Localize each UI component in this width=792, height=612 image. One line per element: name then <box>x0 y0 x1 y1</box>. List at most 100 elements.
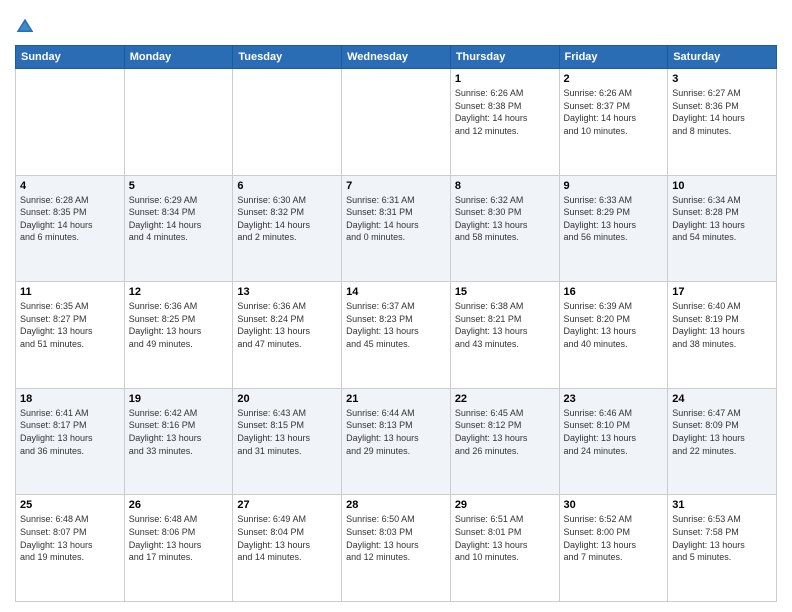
calendar-cell: 14Sunrise: 6:37 AM Sunset: 8:23 PM Dayli… <box>342 282 451 389</box>
day-number: 17 <box>672 286 772 298</box>
header <box>15 15 777 37</box>
calendar-week-3: 11 Sunrise: 6:35 AM Sunset: 8:27 PM Dayli… <box>16 282 777 389</box>
day-number: 5 <box>129 180 229 192</box>
day-info: Sunrise: 6:32 AM Sunset: 8:30 PM Dayligh… <box>455 194 555 244</box>
calendar-cell: 9 Sunrise: 6:33 AM Sunset: 8:29 PM Daylig… <box>559 175 668 282</box>
calendar-cell: 20 Sunrise: 6:43 AM Sunset: 8:15 PM Dayli… <box>233 388 342 495</box>
weekday-header-tuesday: Tuesday <box>233 46 342 69</box>
day-info: Sunrise: 6:28 AM Sunset: 8:35 PM Dayligh… <box>20 194 120 244</box>
calendar-week-1: 1Sunrise: 6:26 AM Sunset: 8:38 PM Daylig… <box>16 69 777 176</box>
day-number: 2 <box>564 73 664 85</box>
calendar-cell: 5Sunrise: 6:29 AM Sunset: 8:34 PM Daylig… <box>124 175 233 282</box>
day-info: Sunrise: 6:48 AM Sunset: 8:06 PM Dayligh… <box>129 513 229 563</box>
day-info: Sunrise: 6:27 AM Sunset: 8:36 PM Dayligh… <box>672 87 772 137</box>
calendar-cell: 15 Sunrise: 6:38 AM Sunset: 8:21 PM Dayli… <box>450 282 559 389</box>
day-number: 28 <box>346 499 446 511</box>
calendar-week-4: 18 Sunrise: 6:41 AM Sunset: 8:17 PM Dayli… <box>16 388 777 495</box>
day-number: 4 <box>20 180 120 192</box>
calendar-cell: 27Sunrise: 6:49 AM Sunset: 8:04 PM Dayli… <box>233 495 342 602</box>
calendar-cell: 17 Sunrise: 6:40 AM Sunset: 8:19 PM Dayli… <box>668 282 777 389</box>
calendar-cell: 11 Sunrise: 6:35 AM Sunset: 8:27 PM Dayli… <box>16 282 125 389</box>
day-info: Sunrise: 6:38 AM Sunset: 8:21 PM Dayligh… <box>455 300 555 350</box>
day-info: Sunrise: 6:34 AM Sunset: 8:28 PM Dayligh… <box>672 194 772 244</box>
weekday-header-monday: Monday <box>124 46 233 69</box>
calendar-cell: 22 Sunrise: 6:45 AM Sunset: 8:12 PM Dayli… <box>450 388 559 495</box>
calendar-cell: 30 Sunrise: 6:52 AM Sunset: 8:00 PM Dayli… <box>559 495 668 602</box>
day-info: Sunrise: 6:53 AM Sunset: 7:58 PM Dayligh… <box>672 513 772 563</box>
calendar-cell: 4 Sunrise: 6:28 AM Sunset: 8:35 PM Daylig… <box>16 175 125 282</box>
day-number: 11 <box>20 286 120 298</box>
weekday-header-thursday: Thursday <box>450 46 559 69</box>
day-info: Sunrise: 6:37 AM Sunset: 8:23 PM Dayligh… <box>346 300 446 350</box>
calendar-cell <box>124 69 233 176</box>
day-info: Sunrise: 6:42 AM Sunset: 8:16 PM Dayligh… <box>129 407 229 457</box>
weekday-header-saturday: Saturday <box>668 46 777 69</box>
day-number: 6 <box>237 180 337 192</box>
day-number: 21 <box>346 393 446 405</box>
day-info: Sunrise: 6:41 AM Sunset: 8:17 PM Dayligh… <box>20 407 120 457</box>
day-info: Sunrise: 6:26 AM Sunset: 8:37 PM Dayligh… <box>564 87 664 137</box>
day-info: Sunrise: 6:44 AM Sunset: 8:13 PM Dayligh… <box>346 407 446 457</box>
day-info: Sunrise: 6:49 AM Sunset: 8:04 PM Dayligh… <box>237 513 337 563</box>
day-number: 12 <box>129 286 229 298</box>
day-info: Sunrise: 6:31 AM Sunset: 8:31 PM Dayligh… <box>346 194 446 244</box>
day-number: 3 <box>672 73 772 85</box>
day-number: 15 <box>455 286 555 298</box>
calendar-cell: 18 Sunrise: 6:41 AM Sunset: 8:17 PM Dayli… <box>16 388 125 495</box>
day-info: Sunrise: 6:51 AM Sunset: 8:01 PM Dayligh… <box>455 513 555 563</box>
day-info: Sunrise: 6:36 AM Sunset: 8:25 PM Dayligh… <box>129 300 229 350</box>
day-info: Sunrise: 6:45 AM Sunset: 8:12 PM Dayligh… <box>455 407 555 457</box>
weekday-header-wednesday: Wednesday <box>342 46 451 69</box>
day-number: 10 <box>672 180 772 192</box>
calendar-cell: 28Sunrise: 6:50 AM Sunset: 8:03 PM Dayli… <box>342 495 451 602</box>
day-info: Sunrise: 6:40 AM Sunset: 8:19 PM Dayligh… <box>672 300 772 350</box>
calendar-cell: 26 Sunrise: 6:48 AM Sunset: 8:06 PM Dayli… <box>124 495 233 602</box>
day-info: Sunrise: 6:52 AM Sunset: 8:00 PM Dayligh… <box>564 513 664 563</box>
page: SundayMondayTuesdayWednesdayThursdayFrid… <box>0 0 792 612</box>
day-number: 18 <box>20 393 120 405</box>
day-number: 8 <box>455 180 555 192</box>
calendar-cell: 2 Sunrise: 6:26 AM Sunset: 8:37 PM Daylig… <box>559 69 668 176</box>
calendar-cell: 6 Sunrise: 6:30 AM Sunset: 8:32 PM Daylig… <box>233 175 342 282</box>
calendar-cell: 25Sunrise: 6:48 AM Sunset: 8:07 PM Dayli… <box>16 495 125 602</box>
weekday-header-friday: Friday <box>559 46 668 69</box>
calendar-table: SundayMondayTuesdayWednesdayThursdayFrid… <box>15 45 777 602</box>
day-info: Sunrise: 6:47 AM Sunset: 8:09 PM Dayligh… <box>672 407 772 457</box>
calendar-week-2: 4 Sunrise: 6:28 AM Sunset: 8:35 PM Daylig… <box>16 175 777 282</box>
calendar-cell: 29 Sunrise: 6:51 AM Sunset: 8:01 PM Dayli… <box>450 495 559 602</box>
day-info: Sunrise: 6:30 AM Sunset: 8:32 PM Dayligh… <box>237 194 337 244</box>
day-number: 20 <box>237 393 337 405</box>
calendar-cell: 8 Sunrise: 6:32 AM Sunset: 8:30 PM Daylig… <box>450 175 559 282</box>
calendar-cell <box>342 69 451 176</box>
day-number: 31 <box>672 499 772 511</box>
calendar-cell: 13Sunrise: 6:36 AM Sunset: 8:24 PM Dayli… <box>233 282 342 389</box>
day-info: Sunrise: 6:48 AM Sunset: 8:07 PM Dayligh… <box>20 513 120 563</box>
day-info: Sunrise: 6:43 AM Sunset: 8:15 PM Dayligh… <box>237 407 337 457</box>
day-number: 30 <box>564 499 664 511</box>
calendar-cell: 31 Sunrise: 6:53 AM Sunset: 7:58 PM Dayli… <box>668 495 777 602</box>
calendar-cell: 24 Sunrise: 6:47 AM Sunset: 8:09 PM Dayli… <box>668 388 777 495</box>
calendar-cell: 10 Sunrise: 6:34 AM Sunset: 8:28 PM Dayli… <box>668 175 777 282</box>
calendar-week-5: 25Sunrise: 6:48 AM Sunset: 8:07 PM Dayli… <box>16 495 777 602</box>
day-info: Sunrise: 6:46 AM Sunset: 8:10 PM Dayligh… <box>564 407 664 457</box>
calendar-header-row: SundayMondayTuesdayWednesdayThursdayFrid… <box>16 46 777 69</box>
calendar-cell <box>16 69 125 176</box>
calendar-cell: 23 Sunrise: 6:46 AM Sunset: 8:10 PM Dayli… <box>559 388 668 495</box>
calendar-cell: 19 Sunrise: 6:42 AM Sunset: 8:16 PM Dayli… <box>124 388 233 495</box>
day-number: 19 <box>129 393 229 405</box>
day-number: 13 <box>237 286 337 298</box>
calendar-cell <box>233 69 342 176</box>
day-number: 26 <box>129 499 229 511</box>
calendar-cell: 16Sunrise: 6:39 AM Sunset: 8:20 PM Dayli… <box>559 282 668 389</box>
day-number: 22 <box>455 393 555 405</box>
day-number: 23 <box>564 393 664 405</box>
day-number: 29 <box>455 499 555 511</box>
weekday-header-sunday: Sunday <box>16 46 125 69</box>
day-info: Sunrise: 6:33 AM Sunset: 8:29 PM Dayligh… <box>564 194 664 244</box>
calendar-cell: 3 Sunrise: 6:27 AM Sunset: 8:36 PM Daylig… <box>668 69 777 176</box>
logo <box>15 15 37 37</box>
day-info: Sunrise: 6:35 AM Sunset: 8:27 PM Dayligh… <box>20 300 120 350</box>
day-number: 9 <box>564 180 664 192</box>
calendar-cell: 12 Sunrise: 6:36 AM Sunset: 8:25 PM Dayli… <box>124 282 233 389</box>
day-number: 24 <box>672 393 772 405</box>
